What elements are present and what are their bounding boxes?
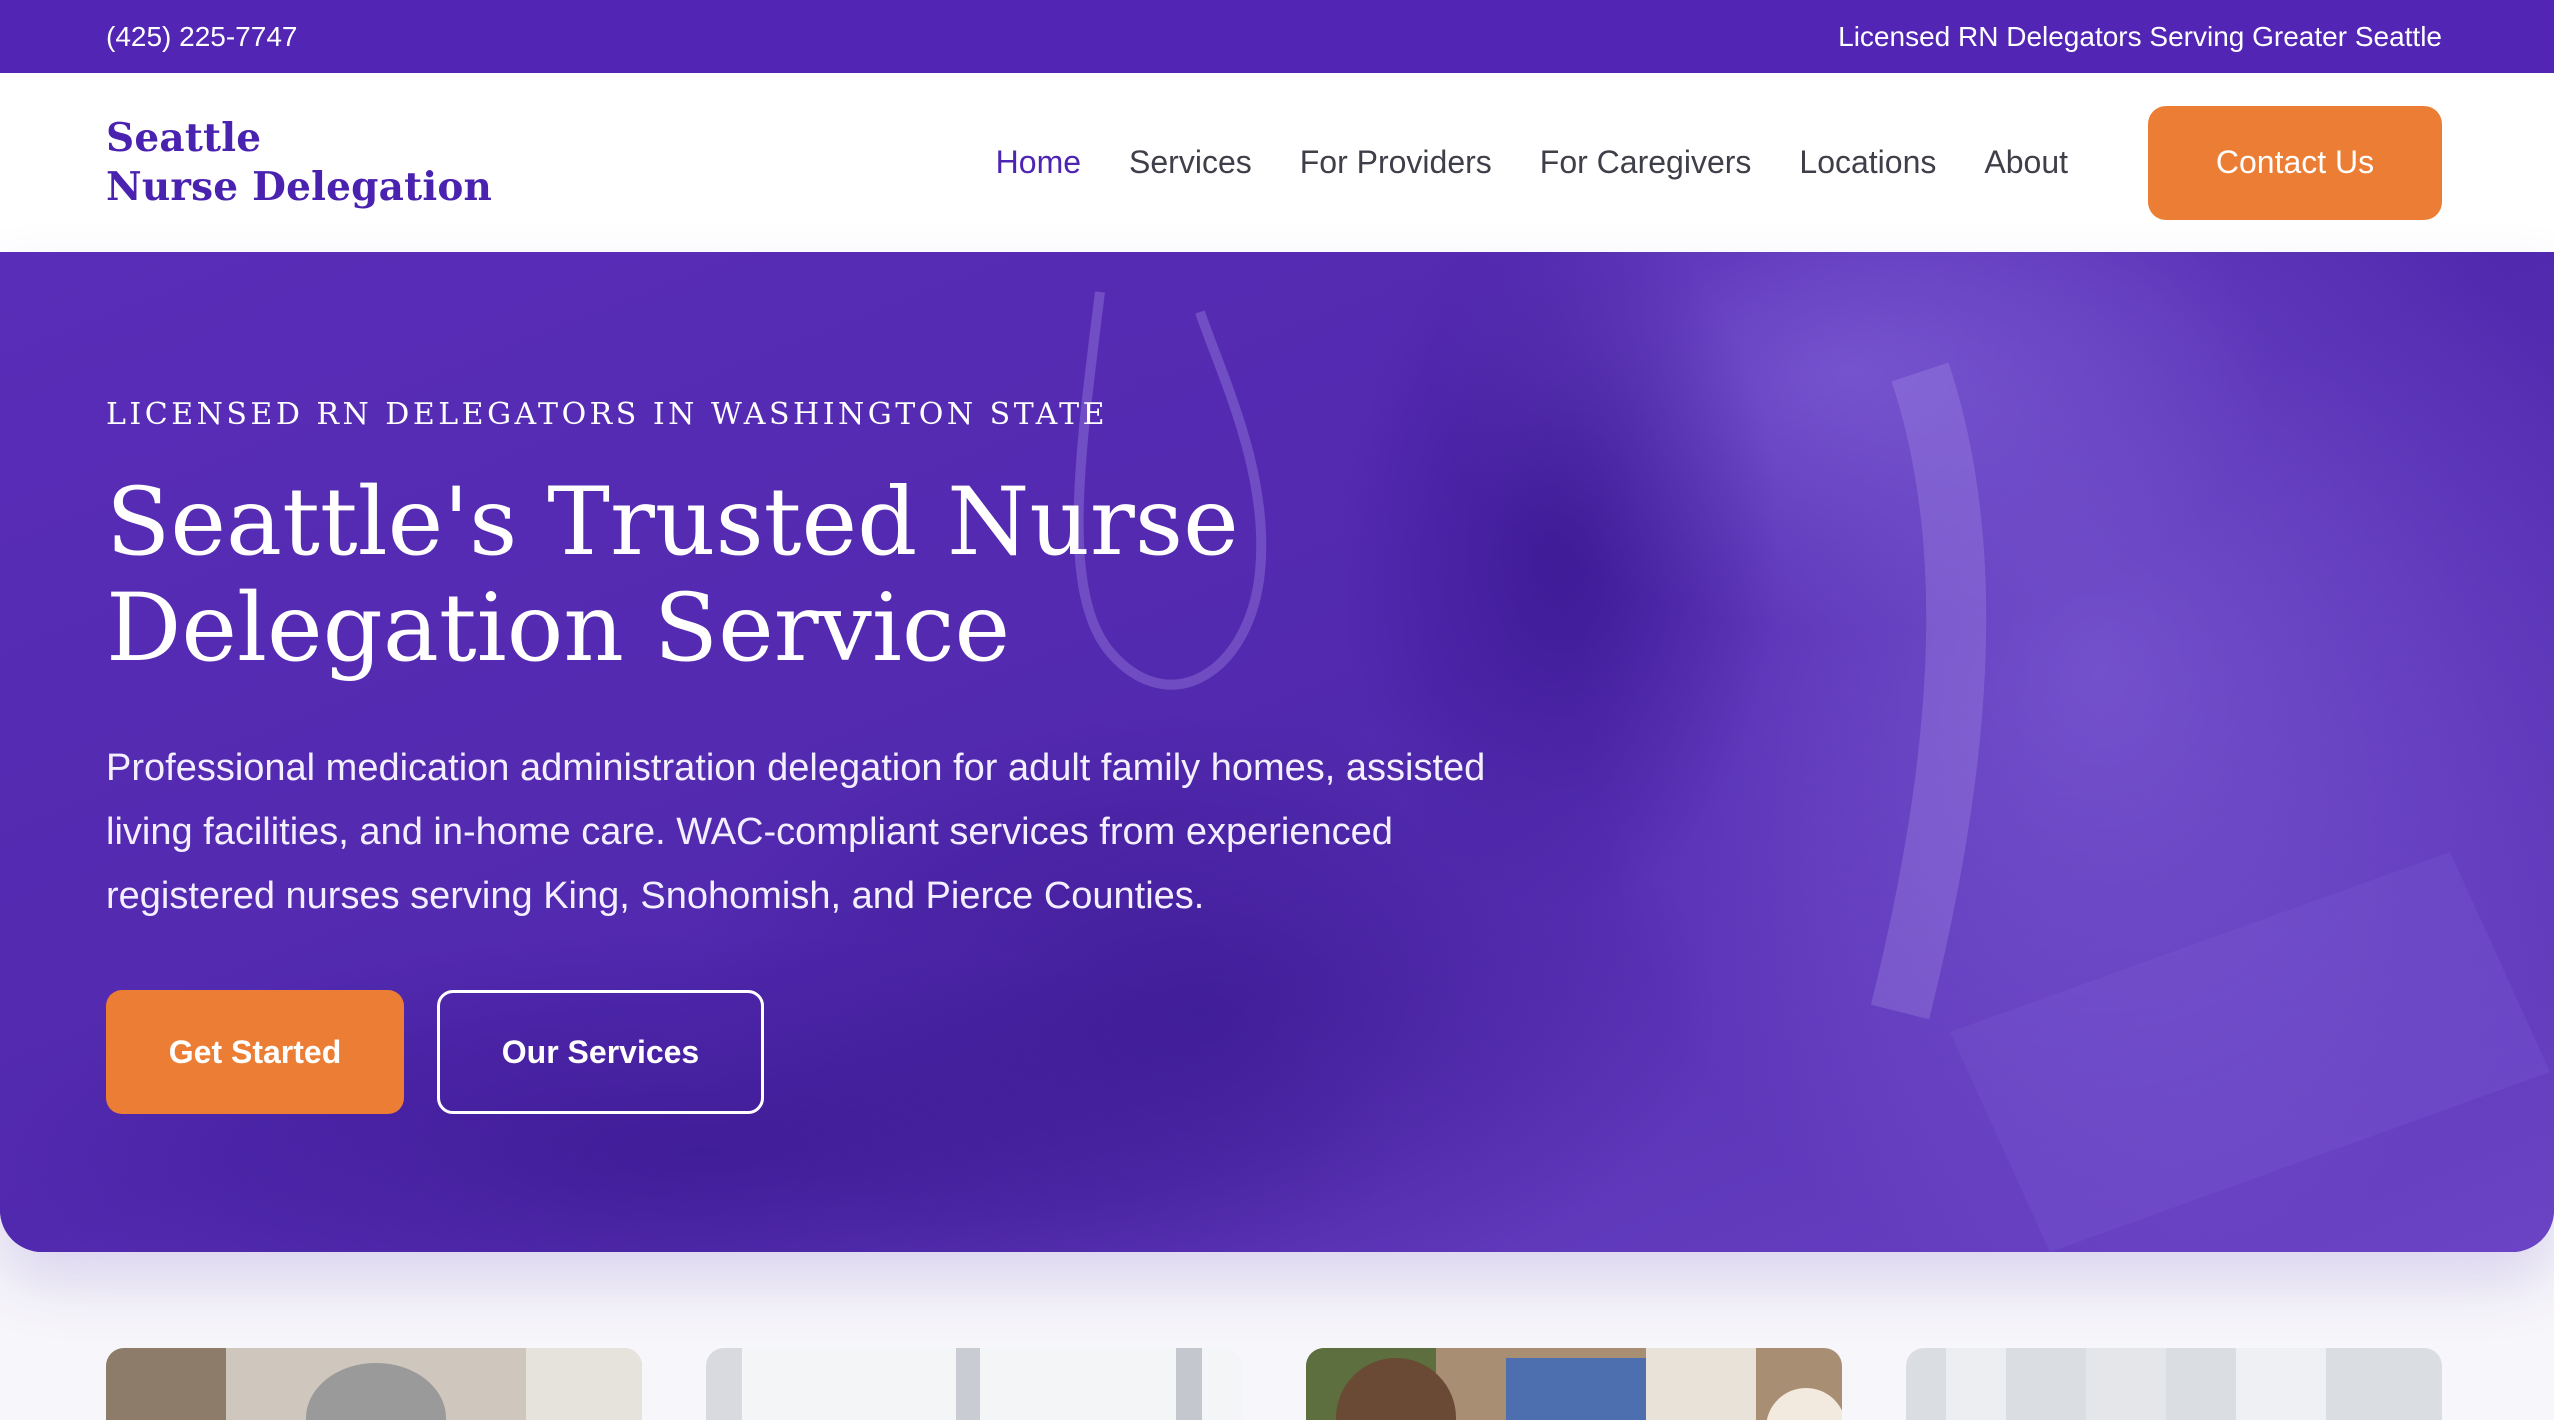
service-cards [106, 1348, 2442, 1420]
hero-headline-line-2: Delegation Service [106, 574, 1011, 683]
nav-home[interactable]: Home [996, 144, 1081, 181]
nav-for-providers[interactable]: For Providers [1300, 144, 1492, 181]
top-bar-tagline: Licensed RN Delegators Serving Greater S… [1838, 20, 2442, 52]
card-photo-2 [706, 1348, 1242, 1420]
site-header: Seattle Nurse Delegation Home Services F… [0, 73, 2554, 252]
service-card-image[interactable] [1306, 1348, 1842, 1420]
main-nav: Home Services For Providers For Caregive… [948, 105, 2442, 220]
service-card-image[interactable] [1906, 1348, 2442, 1420]
card-photo-3 [1306, 1348, 1842, 1420]
logo-line-2: Nurse Delegation [106, 163, 493, 210]
hero-headline: Seattle's Trusted Nurse Delegation Servi… [106, 470, 1406, 682]
nav-about[interactable]: About [1984, 144, 2068, 181]
card-photo-1 [106, 1348, 642, 1420]
service-card-image[interactable] [706, 1348, 1242, 1420]
contact-us-button[interactable]: Contact Us [2148, 105, 2442, 220]
hero-headline-line-1: Seattle's Trusted Nurse [106, 468, 1239, 577]
hero-description: Professional medication administration d… [106, 747, 1486, 917]
top-bar: (425) 225-7747 Licensed RN Delegators Se… [0, 0, 2554, 73]
logo-line-1: Seattle [106, 114, 262, 161]
service-card-image[interactable] [106, 1348, 642, 1420]
phone-link[interactable]: (425) 225-7747 [106, 21, 297, 53]
nav-locations[interactable]: Locations [1799, 144, 1936, 181]
hero-eyebrow: LICENSED RN DELEGATORS IN WASHINGTON STA… [106, 397, 1108, 432]
card-photo-4 [1906, 1348, 2442, 1420]
nav-services[interactable]: Services [1129, 144, 1252, 181]
our-services-button[interactable]: Our Services [437, 990, 764, 1114]
hero-section: LICENSED RN DELEGATORS IN WASHINGTON STA… [0, 252, 2554, 1252]
page: (425) 225-7747 Licensed RN Delegators Se… [0, 0, 2554, 1420]
nav-for-caregivers[interactable]: For Caregivers [1540, 144, 1752, 181]
site-logo[interactable]: Seattle Nurse Delegation [106, 114, 526, 212]
get-started-button[interactable]: Get Started [106, 990, 404, 1114]
